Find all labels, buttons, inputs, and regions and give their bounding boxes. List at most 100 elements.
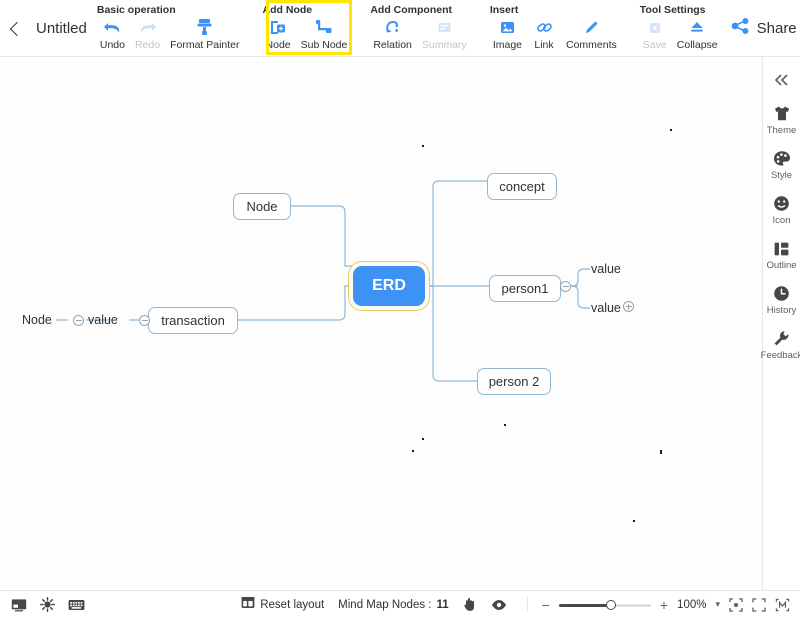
wrench-icon [773,329,790,348]
mindmap-leaf-value-bottom[interactable]: value [591,301,621,315]
redo-button[interactable]: Redo [130,17,165,52]
toolbar-right-actions: Share Export [731,0,800,56]
canvas-speck [670,129,672,131]
undo-arrow-icon [103,17,122,37]
insert-comments-button[interactable]: Comments [561,17,622,52]
collapse-button[interactable]: Collapse [672,17,723,52]
link-icon [536,17,553,37]
sidebar-label: Style [770,170,793,181]
add-node-button[interactable]: Node [261,17,296,52]
fullscreen-icon[interactable] [775,598,790,612]
mindmap-node-concept[interactable]: concept [487,173,557,200]
center-focus-icon[interactable] [729,597,743,612]
right-sidebar: Theme Style Icon Outline History Feedbac… [761,57,800,590]
add-sub-node-label: Sub Node [300,39,348,51]
sidebar-item-feedback[interactable]: Feedback [761,329,800,361]
relation-button[interactable]: Relation [368,17,417,52]
collapse-toggle-transaction[interactable] [139,315,150,326]
toolbar-group-title: Add Node [262,4,313,16]
toolbar-group-title: Basic operation [96,4,176,16]
sidebar-label: Outline [766,260,797,271]
canvas-speck [633,520,635,522]
nodes-label: Mind Map Nodes : [338,598,432,611]
toolbar-group-add-component: Add Component Relation Summary [360,0,479,57]
mindmap-canvas[interactable]: ERD Node transaction concept person1 per… [0,57,762,590]
keyboard-icon[interactable] [68,599,85,611]
hand-tool-icon[interactable] [463,597,477,612]
add-sub-node-button[interactable]: Sub Node [296,17,353,52]
sidebar-item-history[interactable]: History [763,284,800,316]
save-label: Save [642,39,667,51]
status-left-icons [0,597,85,612]
toolbar-group-tool-settings: Tool Settings Save Collapse [630,0,731,57]
zoom-out-button[interactable]: − [542,598,550,612]
sidebar-item-icon[interactable]: Icon [763,194,800,226]
mindmap-node-node-top[interactable]: Node [233,193,291,220]
zoom-slider-knob[interactable] [605,599,616,610]
toolbar-group-title: Tool Settings [639,4,706,16]
mindmap-leaf-value-top[interactable]: value [591,262,621,276]
expand-toggle-value-bottom[interactable] [623,301,634,312]
redo-label: Redo [134,39,161,51]
insert-link-button[interactable]: Link [527,17,561,52]
zoom-controls: − + 100% ▾ [542,598,800,612]
insert-comments-label: Comments [566,39,617,51]
add-node-icon [269,17,287,37]
toolbar-group-basic-operation: Basic operation Undo Redo Format Painter [87,0,253,57]
sidebar-item-theme[interactable]: Theme [763,104,800,136]
double-chevron-right-icon[interactable] [773,67,791,104]
document-title[interactable]: Untitled [36,20,87,37]
toolbar-group-title: Add Component [370,4,452,16]
collapse-toggle-value-left[interactable] [73,315,84,326]
image-icon [499,17,516,37]
format-painter-button[interactable]: Format Painter [165,17,244,52]
sidebar-item-style[interactable]: Style [763,149,800,181]
zoom-level-label[interactable]: 100% [677,599,706,611]
canvas-speck [422,438,424,440]
share-label: Share [756,19,797,37]
toolbar-group-title: Insert [489,4,519,16]
eye-icon[interactable] [491,599,507,611]
outline-layout-icon [773,239,790,258]
sidebar-item-outline[interactable]: Outline [763,239,800,271]
chevron-left-icon[interactable] [8,22,22,36]
mindmap-leaf-value-left[interactable]: value [88,313,118,327]
canvas-speck [422,145,424,147]
undo-label: Undo [99,39,125,51]
mindmap-node-label: Node [246,199,278,214]
reset-layout-label: Reset layout [260,598,325,611]
reset-layout-icon [241,596,255,614]
mindmap-root-label: ERD [372,277,406,294]
share-button[interactable]: Share [731,17,797,40]
mindmap-node-transaction[interactable]: transaction [148,307,238,334]
smiley-face-icon [773,194,790,213]
collapse-icon [688,17,706,37]
mindmap-node-label: transaction [161,313,225,328]
mindmap-leaf-node-left[interactable]: Node [22,313,52,327]
nodes-count: 11 [436,598,449,611]
summary-label: Summary [421,39,467,51]
add-node-label: Node [265,39,291,51]
mindmap-node-person1[interactable]: person1 [489,275,561,302]
mindmap-root-node[interactable]: ERD [353,266,425,306]
summary-bracket-icon [436,17,453,37]
undo-button[interactable]: Undo [95,17,130,52]
mindmap-node-label: person 2 [488,374,540,389]
clock-icon [773,284,790,303]
presentation-icon[interactable] [11,598,27,612]
summary-button[interactable]: Summary [417,17,472,52]
zoom-in-button[interactable]: + [660,598,668,612]
insert-image-button[interactable]: Image [488,17,527,52]
brightness-icon[interactable] [40,597,55,612]
zoom-slider[interactable] [558,598,651,612]
mindmap-node-person2[interactable]: person 2 [477,368,551,395]
chevron-down-icon[interactable]: ▾ [715,599,720,610]
sidebar-label: History [766,305,797,316]
collapse-toggle-person1[interactable] [560,281,571,292]
reset-layout-button[interactable]: Reset layout [241,596,324,614]
toolbar-group-insert: Insert Image Link Comments [480,0,630,57]
mindmap-node-label: concept [499,179,545,194]
fit-screen-icon[interactable] [752,597,766,612]
save-button[interactable]: Save [638,17,672,52]
mindmap-node-label: person1 [501,281,549,296]
